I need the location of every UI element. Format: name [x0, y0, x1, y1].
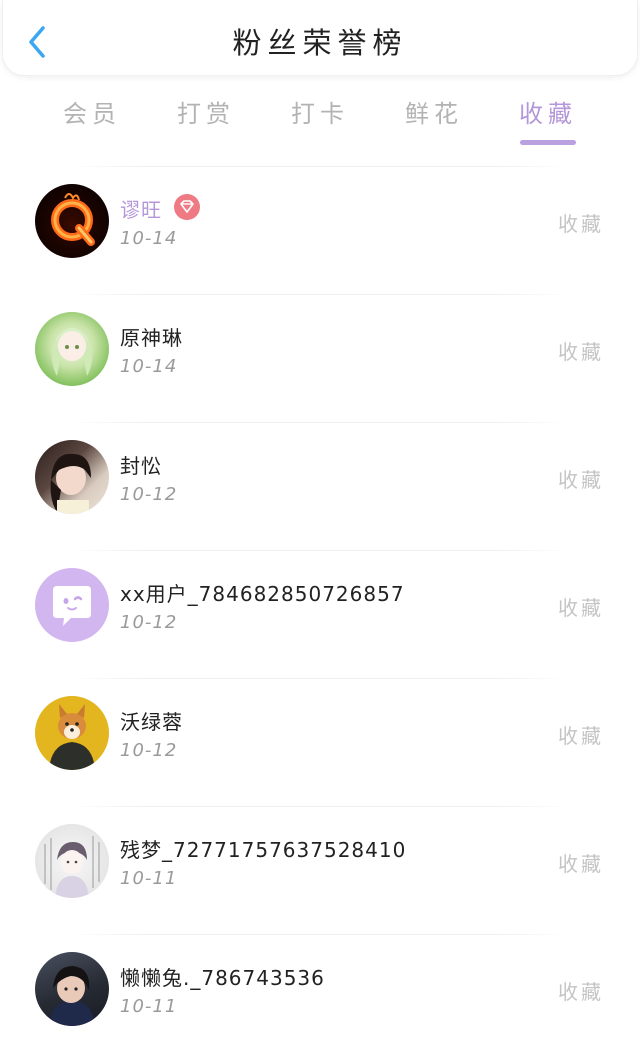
divider	[70, 166, 570, 167]
tab-flowers[interactable]: 鲜花	[384, 94, 484, 129]
list-item[interactable]: 封忪 10-12 收藏	[0, 422, 640, 550]
list-item[interactable]: 原神琳 10-14 收藏	[0, 294, 640, 422]
anime-girl-avatar-image	[51, 328, 93, 376]
list-item[interactable]: 沃绿蓉 10-12 收藏	[0, 678, 640, 806]
fan-date: 10-12	[120, 740, 178, 761]
favorite-label: 收藏	[558, 852, 604, 876]
divider	[70, 678, 570, 679]
avatar[interactable]	[35, 696, 109, 770]
list-item[interactable]: 谬旺 10-14 收藏	[0, 166, 640, 294]
avatar[interactable]	[35, 568, 109, 642]
tab-rewards[interactable]: 打赏	[156, 94, 256, 129]
fan-name: 原神琳	[120, 326, 183, 350]
fan-name: 封忪	[120, 454, 162, 478]
avatar[interactable]	[35, 952, 109, 1026]
active-tab-indicator	[520, 140, 576, 145]
divider	[70, 422, 570, 423]
favorite-label: 收藏	[558, 724, 604, 748]
shiba-dog-avatar-image	[49, 704, 95, 770]
top-bar: 粉丝荣誉榜	[2, 0, 638, 76]
list-item[interactable]: xx用户_784682850726857 10-12 收藏	[0, 550, 640, 678]
fan-date: 10-11	[120, 868, 178, 889]
fan-date: 10-12	[120, 484, 178, 505]
divider	[70, 294, 570, 295]
portrait-avatar-image	[50, 453, 91, 514]
sketch-character-avatar-image	[44, 836, 100, 898]
favorite-label: 收藏	[558, 468, 604, 492]
list-item[interactable]: 懒懒兔._786743536 10-11 收藏	[0, 934, 640, 1062]
list-item[interactable]: 残梦_72771757637528410 10-11 收藏	[0, 806, 640, 934]
divider	[70, 806, 570, 807]
fan-name: 懒懒兔._786743536	[120, 966, 325, 990]
fan-name: 沃绿蓉	[120, 710, 183, 734]
favorite-label: 收藏	[558, 596, 604, 620]
fan-date: 10-12	[120, 612, 178, 633]
divider	[70, 550, 570, 551]
avatar[interactable]	[35, 312, 109, 386]
fan-name: 谬旺	[120, 198, 162, 222]
chat-bubble-icon	[53, 586, 91, 626]
fan-date: 10-14	[120, 356, 178, 377]
avatar[interactable]	[35, 440, 109, 514]
vip-badge	[174, 194, 200, 220]
favorite-label: 收藏	[558, 980, 604, 1004]
fan-date: 10-14	[120, 228, 178, 249]
tab-checkin[interactable]: 打卡	[270, 94, 370, 129]
tab-bar: 会员 打赏 打卡 鲜花 收藏	[0, 88, 640, 148]
favorite-label: 收藏	[558, 212, 604, 236]
avatar[interactable]	[35, 184, 109, 258]
divider	[70, 934, 570, 935]
selfie-avatar-image	[49, 966, 95, 1026]
page-title: 粉丝荣誉榜	[232, 26, 408, 60]
fan-name: xx用户_784682850726857	[120, 582, 405, 606]
tab-members[interactable]: 会员	[42, 94, 142, 129]
favorite-label: 收藏	[558, 340, 604, 364]
fan-date: 10-11	[120, 996, 178, 1017]
fire-q-avatar-image	[51, 193, 95, 246]
avatar[interactable]	[35, 824, 109, 898]
fan-name: 残梦_72771757637528410	[120, 838, 407, 862]
diamond-icon	[180, 200, 194, 213]
tab-favorites[interactable]: 收藏	[498, 94, 598, 129]
